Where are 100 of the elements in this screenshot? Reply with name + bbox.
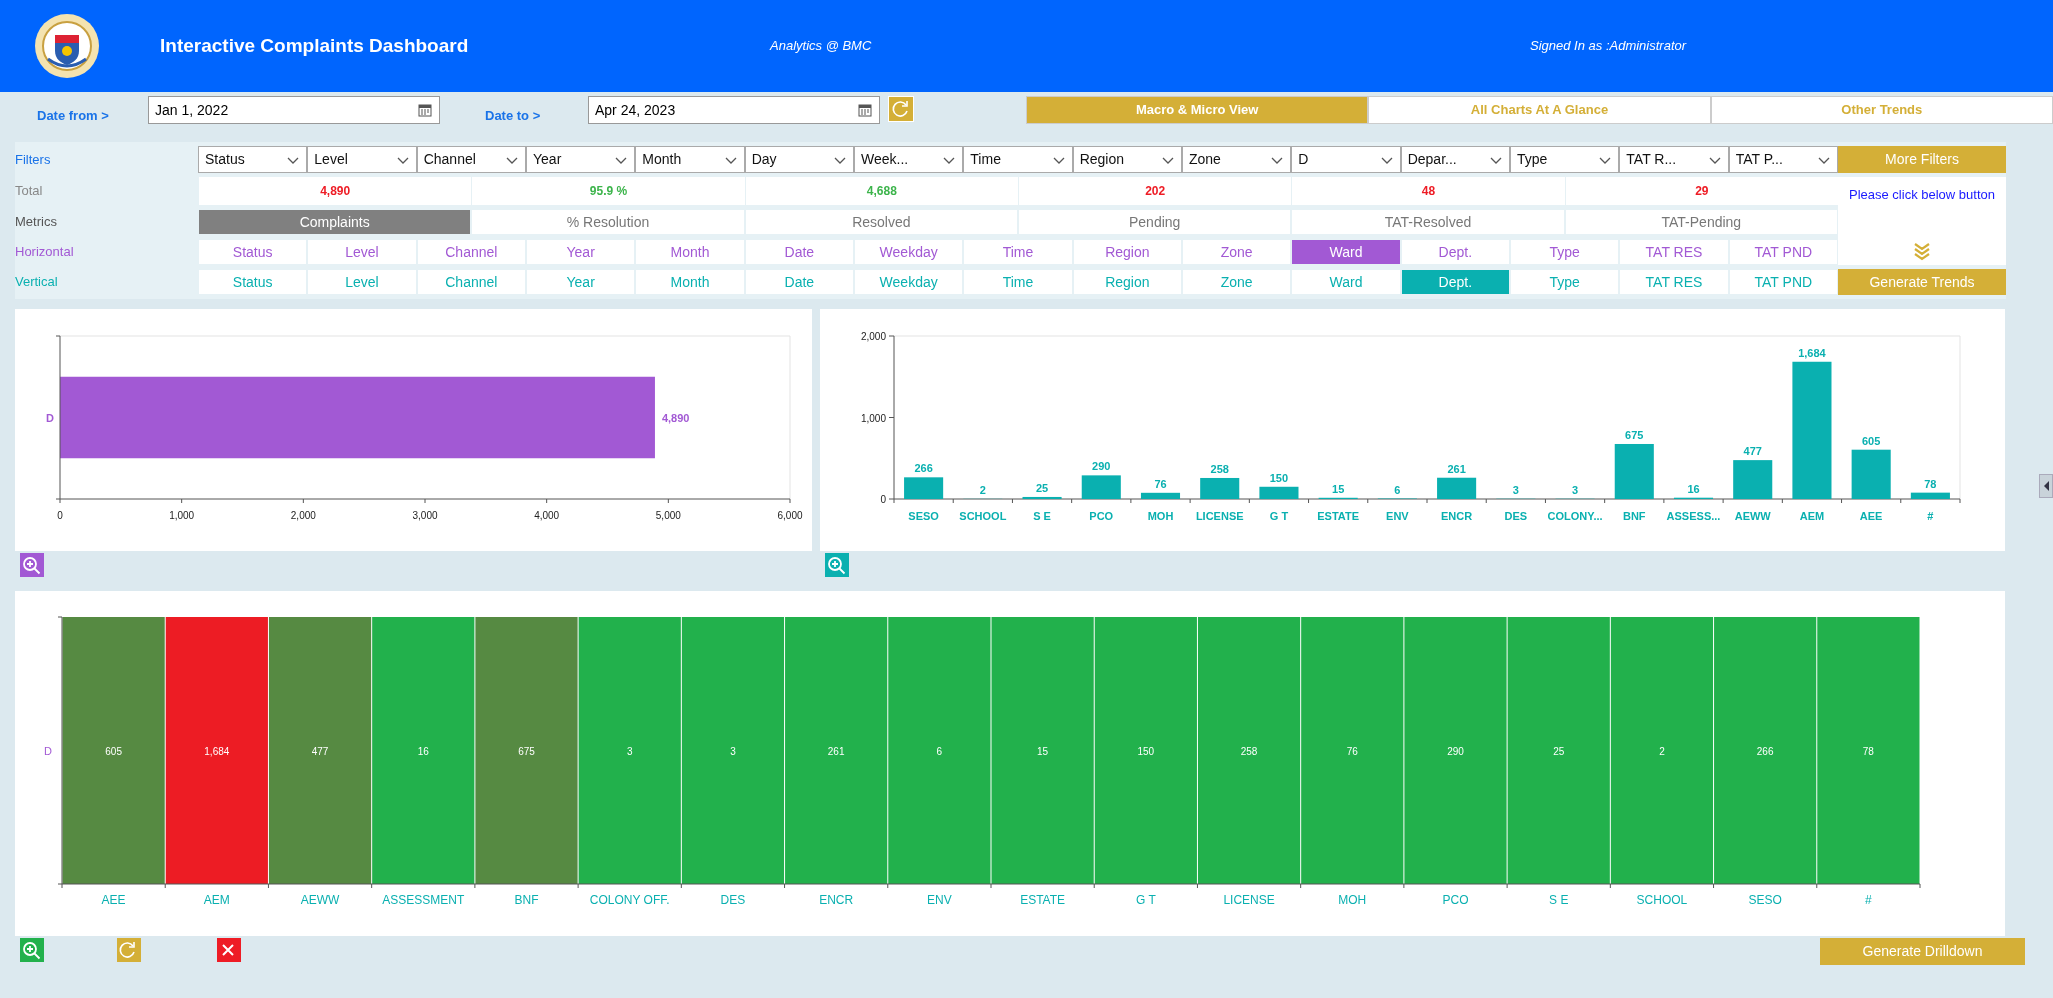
filter-dropdown[interactable]: D	[1291, 146, 1401, 173]
tick-label: 1,000	[860, 412, 886, 424]
axis-option[interactable]: Month	[635, 269, 745, 295]
category-label: SCHOOL	[1636, 893, 1688, 907]
info-text: Please click below button	[1849, 186, 1995, 204]
total-label: Total	[15, 182, 44, 201]
value-label: 4,890	[661, 411, 690, 424]
cell-value: 15	[1037, 745, 1049, 757]
axis-option[interactable]: Time	[963, 239, 1073, 265]
category-label: S E	[1033, 510, 1051, 522]
category-label: ESTATE	[1020, 893, 1066, 907]
filter-dropdown[interactable]: Zone	[1182, 146, 1292, 173]
cell-value: 290	[1447, 745, 1464, 757]
axis-option[interactable]: Type	[1510, 239, 1620, 265]
value-label: 15	[1332, 482, 1345, 495]
filter-dropdown[interactable]: Day	[744, 146, 854, 173]
date-field[interactable]: Apr 24, 2023	[588, 96, 880, 124]
category-label: PCO	[1442, 893, 1469, 907]
tick-label: 0	[57, 510, 63, 521]
axis-option[interactable]: Date	[744, 269, 854, 295]
total-value: 202	[1018, 177, 1292, 205]
category-label: G T	[1269, 510, 1289, 522]
analytics-text: Analytics @ BMC	[770, 37, 873, 56]
zoom-button[interactable]	[20, 938, 44, 962]
value-label: 3	[1572, 483, 1579, 496]
bar	[1140, 492, 1181, 499]
tick-label: 5,000	[655, 510, 681, 521]
axis-option[interactable]: Region	[1072, 239, 1182, 265]
value-label: 2	[979, 483, 986, 496]
filter-dropdown[interactable]: Type	[1510, 146, 1620, 173]
category-label: BNF	[514, 893, 539, 907]
date-field[interactable]: Jan 1, 2022	[148, 96, 440, 124]
filter-dropdown[interactable]: Level	[307, 146, 417, 173]
cell-value: 258	[1240, 745, 1258, 757]
category-label: ENCR	[819, 893, 854, 907]
metric-tab[interactable]: TAT-Resolved	[1291, 209, 1565, 235]
filter-dropdown[interactable]: TAT R...	[1619, 146, 1729, 173]
axis-option[interactable]: Ward	[1291, 269, 1401, 295]
axis-option[interactable]: Level	[307, 239, 417, 265]
calendar-icon[interactable]	[858, 103, 872, 117]
axis-option[interactable]: TAT PND	[1728, 269, 1838, 295]
axis-option[interactable]: Status	[198, 269, 308, 295]
metric-tab[interactable]: Resolved	[744, 209, 1018, 235]
metric-tab[interactable]: % Resolution	[471, 209, 745, 235]
metric-tab[interactable]: TAT-Pending	[1564, 209, 1838, 235]
value-label: 477	[1743, 445, 1762, 458]
total-value: 4,688	[744, 177, 1018, 205]
filter-dropdown[interactable]: Year	[526, 146, 636, 173]
axis-option[interactable]: Region	[1072, 269, 1182, 295]
axis-option[interactable]: Status	[198, 239, 308, 265]
side-panel-tab[interactable]	[2039, 474, 2053, 498]
axis-option[interactable]: Type	[1510, 269, 1620, 295]
category-label: MOH	[1338, 893, 1367, 907]
metric-tab[interactable]: Pending	[1018, 209, 1292, 235]
axis-option[interactable]: Zone	[1182, 239, 1292, 265]
axis-option[interactable]: Zone	[1182, 269, 1292, 295]
axis-option[interactable]: Year	[526, 239, 636, 265]
zoom-button[interactable]	[825, 553, 849, 577]
axis-option[interactable]: Weekday	[854, 239, 964, 265]
axis-option[interactable]: Weekday	[854, 269, 964, 295]
category-label: #	[1927, 510, 1934, 522]
filter-dropdown[interactable]: Status	[198, 146, 308, 173]
axis-option[interactable]: Dept.	[1400, 269, 1510, 295]
category-label: AEE	[101, 893, 126, 907]
axis-option[interactable]: Date	[744, 239, 854, 265]
cell-value: 78	[1862, 745, 1874, 757]
axis-option[interactable]: Level	[307, 269, 417, 295]
filter-dropdown[interactable]: Region	[1072, 146, 1182, 173]
close-button[interactable]	[217, 938, 241, 962]
axis-option[interactable]: Month	[635, 239, 745, 265]
calendar-icon[interactable]	[418, 103, 432, 117]
filter-dropdown[interactable]: Week...	[854, 146, 964, 173]
bar	[1733, 460, 1773, 499]
cell-value: 25	[1553, 745, 1565, 757]
axis-option[interactable]: Channel	[416, 239, 526, 265]
total-value: 4,890	[198, 177, 472, 205]
filter-dropdown[interactable]: Time	[963, 146, 1073, 173]
value-label: 150	[1269, 471, 1289, 484]
category-label: COLONY OFF.	[589, 893, 670, 907]
category-label: S E	[1549, 893, 1569, 907]
axis-option[interactable]: Dept.	[1400, 239, 1510, 265]
axis-option[interactable]: TAT PND	[1728, 239, 1838, 265]
filter-dropdown[interactable]: Depar...	[1400, 146, 1510, 173]
axis-option[interactable]: TAT RES	[1619, 269, 1729, 295]
filter-dropdown[interactable]: Channel	[416, 146, 526, 173]
axis-option[interactable]: Channel	[416, 269, 526, 295]
category-label: AEM	[203, 893, 230, 907]
bar	[1614, 444, 1654, 499]
axis-option[interactable]: Time	[963, 269, 1073, 295]
filter-dropdown[interactable]: Month	[635, 146, 745, 173]
metric-tab[interactable]: Complaints	[198, 209, 472, 235]
bar	[1851, 449, 1891, 499]
axis-option[interactable]: Year	[526, 269, 636, 295]
filter-dropdown[interactable]: TAT P...	[1728, 146, 1838, 173]
zoom-button[interactable]	[20, 553, 44, 577]
cell-value: 3	[626, 745, 633, 757]
axis-option[interactable]: TAT RES	[1619, 239, 1729, 265]
axis-option[interactable]: Ward	[1291, 239, 1401, 265]
cell-value: 266	[1756, 745, 1774, 757]
cell-value: 2	[1659, 745, 1665, 757]
